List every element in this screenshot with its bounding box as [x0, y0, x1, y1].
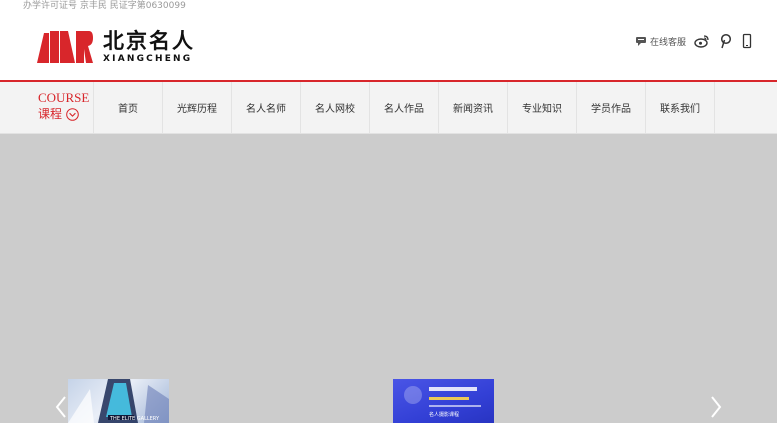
course-english-label: COURSE: [38, 90, 90, 105]
thumbnail-1-caption: THE ELITE GALLERY: [110, 416, 160, 422]
nav-item-teachers[interactable]: 名人名师: [232, 82, 301, 133]
carousel-prev-arrow-icon[interactable]: [54, 395, 68, 419]
main-navigation: COURSE 课程 首页 光辉历程 名人名师 名人网校 名人作品 新闻资讯 专业…: [0, 82, 777, 134]
course-chinese-label: 课程: [38, 107, 63, 121]
weibo-icon[interactable]: [694, 33, 710, 49]
nav-item-student-works[interactable]: 学员作品: [577, 82, 646, 133]
chevron-down-icon: [66, 108, 79, 121]
site-logo[interactable]: 北京名人 XIANGCHENG: [37, 28, 207, 68]
nav-item-contact[interactable]: 联系我们: [646, 82, 715, 133]
carousel-thumbnail-2[interactable]: 名人摄影课程: [393, 379, 494, 423]
online-service-label: 在线客服: [650, 37, 687, 48]
chat-icon: [636, 37, 646, 46]
nav-item-works[interactable]: 名人作品: [370, 82, 439, 133]
course-menu-button[interactable]: COURSE 课程: [0, 82, 94, 133]
nav-item-news[interactable]: 新闻资讯: [439, 82, 508, 133]
logo-chinese-text: 北京名人: [103, 29, 195, 53]
pinterest-icon[interactable]: [717, 33, 733, 49]
logo-mark-icon: [37, 31, 93, 63]
nav-item-history[interactable]: 光辉历程: [163, 82, 232, 133]
online-service-link[interactable]: 在线客服: [636, 33, 686, 49]
carousel-next-arrow-icon[interactable]: [709, 395, 723, 419]
carousel-thumbnail-1[interactable]: THE ELITE GALLERY: [68, 379, 169, 423]
thumbnail-2-caption: 名人摄影课程: [429, 412, 460, 418]
nav-item-knowledge[interactable]: 专业知识: [508, 82, 577, 133]
nav-item-home[interactable]: 首页: [94, 82, 163, 133]
logo-english-text: XIANGCHENG: [103, 54, 193, 64]
mobile-icon[interactable]: [739, 33, 755, 49]
school-license-text: 办学许可证号 京丰民 民证字第0630099: [23, 1, 186, 11]
nav-item-online-school[interactable]: 名人网校: [301, 82, 370, 133]
